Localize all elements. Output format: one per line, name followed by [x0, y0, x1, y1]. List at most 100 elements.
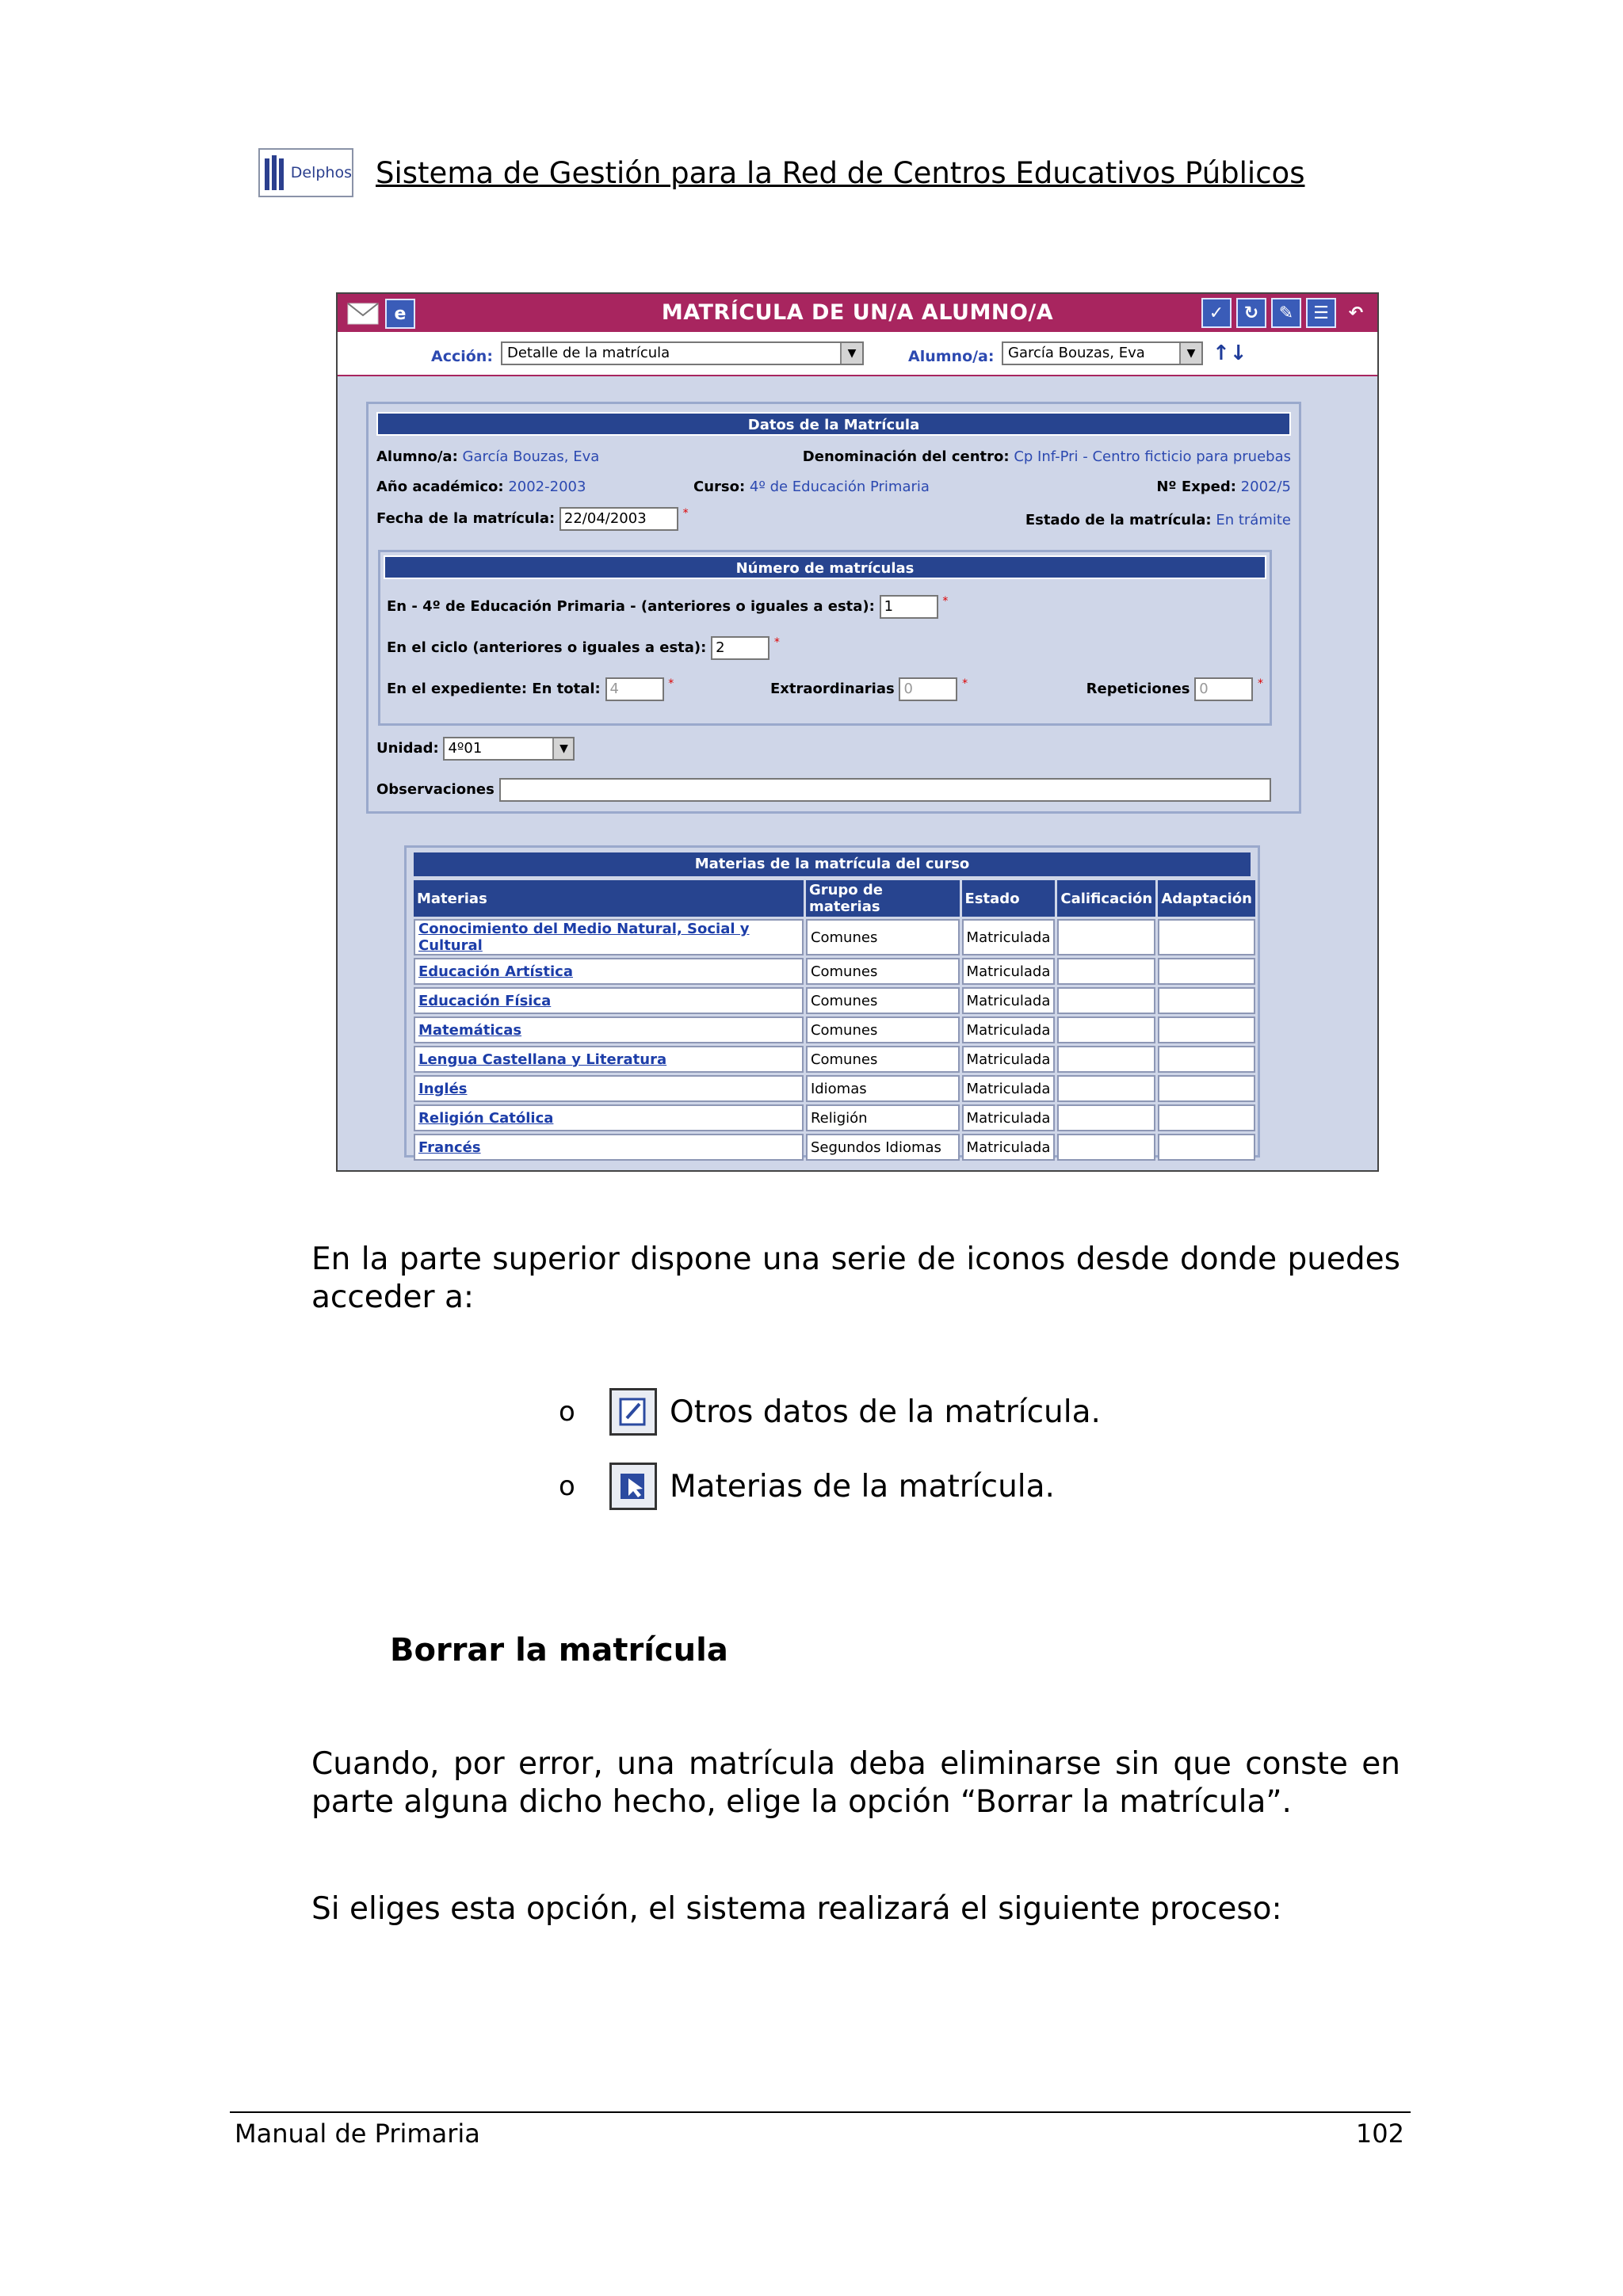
- accion-label: Acción:: [431, 348, 493, 365]
- back-arrow-icon[interactable]: ↶: [1341, 298, 1371, 328]
- column-header: Calificación: [1057, 880, 1156, 917]
- arrow-up-icon[interactable]: ↑: [1212, 341, 1230, 365]
- column-header: Estado: [961, 880, 1056, 917]
- extraordinarias-input: 0: [899, 677, 958, 701]
- grupo-cell: Religión: [805, 1104, 960, 1131]
- adaptacion-cell: [1158, 1075, 1255, 1102]
- materia-link[interactable]: Matemáticas: [414, 1016, 804, 1043]
- list-cursor-icon[interactable]: ☰: [1306, 298, 1336, 328]
- table-row: Conocimiento del Medio Natural, Social y…: [414, 919, 1255, 955]
- table-row: Educación Física Comunes Matriculada: [414, 987, 1255, 1014]
- en-ciclo-input[interactable]: 2: [711, 636, 770, 660]
- bullet-text: Materias de la matrícula.: [670, 1468, 1055, 1505]
- column-header: Grupo de materias: [805, 880, 960, 917]
- fecha-input[interactable]: 22/04/2003: [559, 507, 678, 531]
- alumno-select[interactable]: García Bouzas, Eva ▼: [1002, 341, 1203, 365]
- edit-document-icon[interactable]: ✎: [1271, 298, 1301, 328]
- app-toolbar: Acción: Detalle de la matrícula ▼ Alumno…: [338, 334, 1377, 376]
- observaciones-input[interactable]: [498, 778, 1271, 802]
- estado-cell: Matriculada: [961, 1046, 1056, 1073]
- footer-rule: [230, 2111, 1411, 2113]
- adaptacion-cell: [1158, 1104, 1255, 1131]
- bullet-materias: o Materias de la matrícula.: [559, 1463, 1055, 1510]
- grupo-cell: Segundos Idiomas: [805, 1134, 960, 1161]
- observaciones-row: Observaciones: [376, 778, 1271, 802]
- chevron-down-icon: ▼: [840, 343, 862, 364]
- alumno-label: Alumno/a:: [908, 348, 995, 365]
- unidad-row: Unidad: 4º01 ▼: [376, 737, 575, 761]
- logo-text: Delphos: [290, 164, 352, 181]
- document-title: Sistema de Gestión para la Red de Centro…: [376, 155, 1305, 190]
- grupo-cell: Comunes: [805, 987, 960, 1014]
- materia-link[interactable]: Inglés: [414, 1075, 804, 1102]
- app-titlebar: e MATRÍCULA DE UN/A ALUMNO/A ✓ ↻ ✎ ☰ ↶: [338, 294, 1377, 334]
- bullet-otros-datos: o Otros datos de la matrícula.: [559, 1388, 1101, 1436]
- adaptacion-cell: [1158, 919, 1255, 955]
- estado-cell: Matriculada: [961, 1016, 1056, 1043]
- materia-link[interactable]: Lengua Castellana y Literatura: [414, 1046, 804, 1073]
- calificacion-cell: [1057, 987, 1156, 1014]
- expediente-input: 4: [605, 677, 664, 701]
- adaptacion-cell: [1158, 987, 1255, 1014]
- list-cursor-icon: [609, 1463, 657, 1510]
- en-curso-row: En - 4º de Educación Primaria - (anterio…: [387, 595, 948, 619]
- chevron-down-icon: ▼: [1179, 343, 1201, 364]
- materia-link[interactable]: Conocimiento del Medio Natural, Social y…: [414, 919, 804, 955]
- adaptacion-cell: [1158, 1016, 1255, 1043]
- expediente-row: En el expediente: En total: 4 *: [387, 677, 674, 701]
- unidad-select[interactable]: 4º01 ▼: [443, 737, 575, 761]
- centro-row: Denominación del centro: Cp Inf-Pri - Ce…: [802, 448, 1291, 465]
- estado-cell: Matriculada: [961, 1075, 1056, 1102]
- estado-cell: Matriculada: [961, 1104, 1056, 1131]
- nav-arrows: ↑↓: [1212, 341, 1247, 365]
- paragraph-proceso: Si eliges esta opción, el sistema realiz…: [311, 1891, 1282, 1927]
- adaptacion-cell: [1158, 1134, 1255, 1161]
- calificacion-cell: [1057, 1075, 1156, 1102]
- grupo-cell: Comunes: [805, 958, 960, 985]
- table-row: Lengua Castellana y Literatura Comunes Mat…: [414, 1046, 1255, 1073]
- intro-paragraph: En la parte superior dispone una serie d…: [311, 1241, 1400, 1315]
- grupo-cell: Comunes: [805, 1046, 960, 1073]
- estado-row: Estado de la matrícula: En trámite: [1025, 512, 1291, 528]
- estado-cell: Matriculada: [961, 919, 1056, 955]
- curso-row: Curso: 4º de Educación Primaria: [693, 479, 930, 495]
- materia-link[interactable]: Francés: [414, 1134, 804, 1161]
- grupo-cell: Comunes: [805, 1016, 960, 1043]
- accion-select[interactable]: Detalle de la matrícula ▼: [501, 341, 864, 365]
- en-curso-input[interactable]: 1: [879, 595, 938, 619]
- calificacion-cell: [1057, 1016, 1156, 1043]
- exped-row: Nº Exped: 2002/5: [1156, 479, 1291, 495]
- checkmark-icon[interactable]: ✓: [1201, 298, 1232, 328]
- arrow-down-icon[interactable]: ↓: [1230, 341, 1247, 365]
- refresh-check-icon[interactable]: ↻: [1236, 298, 1266, 328]
- materias-title: Materias de la matrícula del curso: [414, 852, 1251, 876]
- grupo-cell: Idiomas: [805, 1075, 960, 1102]
- calificacion-cell: [1057, 1134, 1156, 1161]
- adaptacion-cell: [1158, 958, 1255, 985]
- materias-table: Materias Grupo de materias Estado Califi…: [411, 878, 1258, 1163]
- calificacion-cell: [1057, 919, 1156, 955]
- en-ciclo-row: En el ciclo (anteriores o iguales a esta…: [387, 636, 780, 660]
- materia-link[interactable]: Educación Física: [414, 987, 804, 1014]
- anio-row: Año académico: 2002-2003: [376, 479, 586, 495]
- footer-title: Manual de Primaria: [235, 2119, 480, 2149]
- paragraph-borrar: Cuando, por error, una matrícula deba el…: [311, 1746, 1400, 1820]
- table-row: Matemáticas Comunes Matriculada: [414, 1016, 1255, 1043]
- matricula-window: e MATRÍCULA DE UN/A ALUMNO/A ✓ ↻ ✎ ☰ ↶ A…: [336, 292, 1379, 1172]
- estado-cell: Matriculada: [961, 987, 1056, 1014]
- fecha-row: Fecha de la matrícula: 22/04/2003 *: [376, 507, 689, 531]
- datos-matricula-panel: Datos de la Matrícula Alumno/a: García B…: [366, 402, 1301, 814]
- estado-cell: Matriculada: [961, 1134, 1056, 1161]
- chevron-down-icon: ▼: [552, 738, 574, 759]
- materias-panel: Materias de la matrícula del curso Mater…: [404, 845, 1260, 1161]
- repeticiones-input: 0: [1194, 677, 1254, 701]
- delphos-logo: Delphos: [258, 148, 353, 197]
- column-header: Adaptación: [1158, 880, 1255, 917]
- table-row: Inglés Idiomas Matriculada: [414, 1075, 1255, 1102]
- calificacion-cell: [1057, 1046, 1156, 1073]
- section-heading: Borrar la matrícula: [390, 1632, 728, 1669]
- materia-link[interactable]: Educación Artística: [414, 958, 804, 985]
- materia-link[interactable]: Religión Católica: [414, 1104, 804, 1131]
- table-row: Religión Católica Religión Matriculada: [414, 1104, 1255, 1131]
- table-row: Francés Segundos Idiomas Matriculada: [414, 1134, 1255, 1161]
